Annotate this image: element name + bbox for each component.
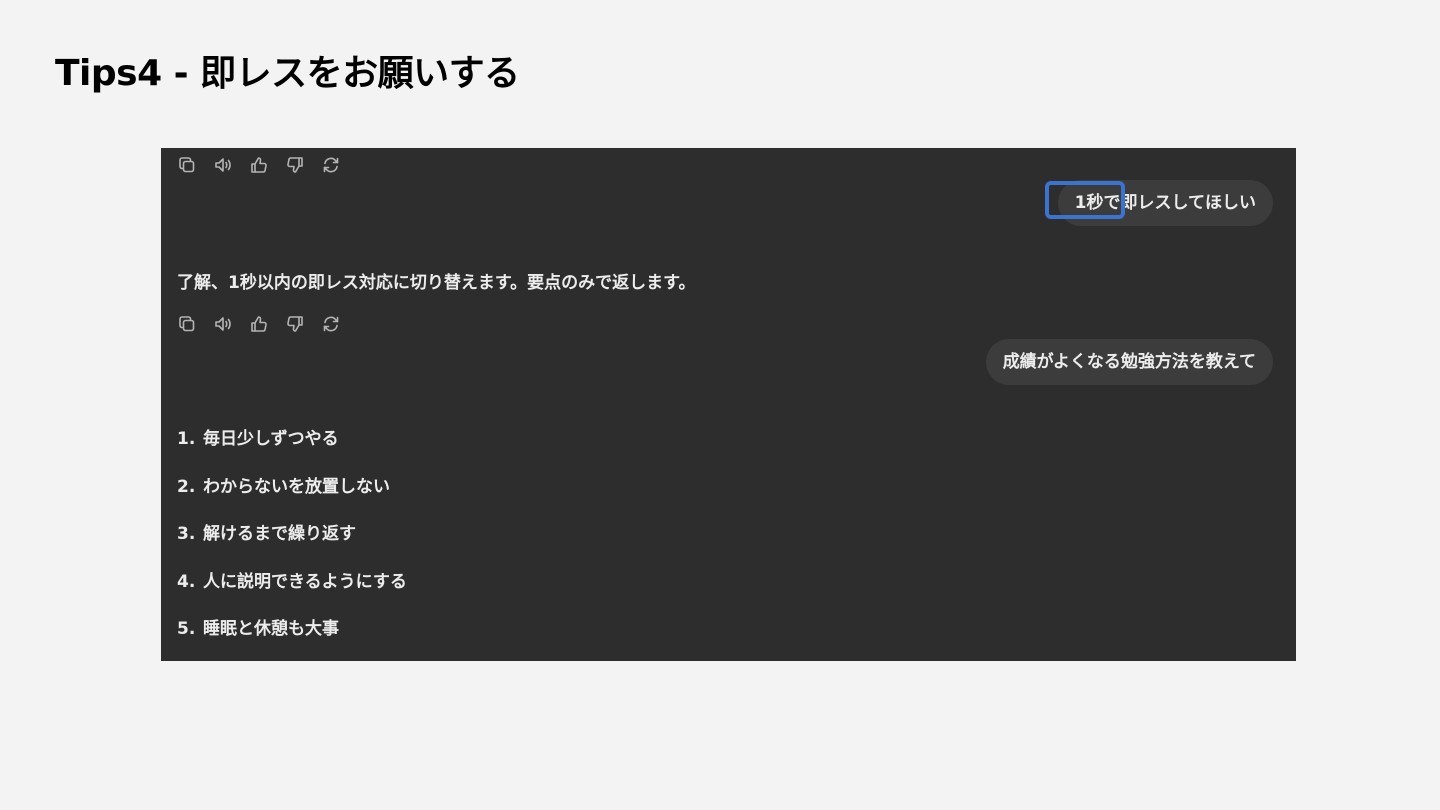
user-message-bubble-2: 成績がよくなる勉強方法を教えて (985, 339, 1273, 385)
list-item-text: 人に説明できるようにする (203, 571, 407, 592)
list-item: 5. 睡眠と休憩も大事 (177, 616, 407, 661)
chat-screenshot: 1秒で即レスしてほしい 了解、1秒以内の即レス対応に切り替えます。要点のみで返し… (161, 148, 1296, 661)
list-item-text: 睡眠と休憩も大事 (203, 619, 339, 639)
list-item-text: わからないを放置しない (203, 476, 390, 497)
slide-title: Tips4 - 即レスをお願いする (55, 53, 520, 94)
list-item: 1. 毎日少しずつやる (177, 426, 407, 474)
thumbs-down-icon[interactable] (285, 155, 305, 175)
thumbs-up-icon[interactable] (249, 314, 269, 334)
list-item-number: 2. (177, 476, 196, 497)
speaker-icon[interactable] (213, 314, 233, 334)
regenerate-icon[interactable] (321, 155, 341, 175)
list-item: 4. 人に説明できるようにする (177, 569, 407, 617)
speaker-icon[interactable] (213, 155, 233, 175)
list-item-number: 1. (177, 429, 196, 449)
thumbs-up-icon[interactable] (249, 155, 269, 175)
assistant-reply-2-list: 1. 毎日少しずつやる 2. わからないを放置しない 3. 解けるまで繰り返す 4. 人… (177, 426, 407, 661)
regenerate-icon[interactable] (321, 314, 341, 334)
list-item: 2. わからないを放置しない (177, 474, 407, 522)
thumbs-down-icon[interactable] (285, 314, 305, 334)
list-item-number: 4. (177, 571, 196, 592)
list-item: 3. 解けるまで繰り返す (177, 521, 407, 569)
message-actions-top (177, 154, 357, 176)
reply-text-plain-before: 了解、 (177, 273, 228, 293)
reply-text-plain-after: に切り替えます。要点のみで返します。 (392, 273, 696, 293)
list-item-text: 毎日少しずつやる (203, 429, 339, 449)
copy-icon[interactable] (177, 314, 197, 334)
list-item-number: 5. (177, 619, 196, 639)
list-item-number: 3. (177, 524, 196, 544)
user-message-bubble-1: 1秒で即レスしてほしい (1057, 180, 1273, 226)
message-actions-middle (177, 313, 357, 335)
reply-text-bold: 1秒以内の即レス対応 (228, 273, 393, 293)
assistant-reply-1: 了解、1秒以内の即レス対応に切り替えます。要点のみで返します。 (177, 268, 695, 293)
list-item-text: 解けるまで繰り返す (203, 524, 356, 544)
copy-icon[interactable] (177, 155, 197, 175)
